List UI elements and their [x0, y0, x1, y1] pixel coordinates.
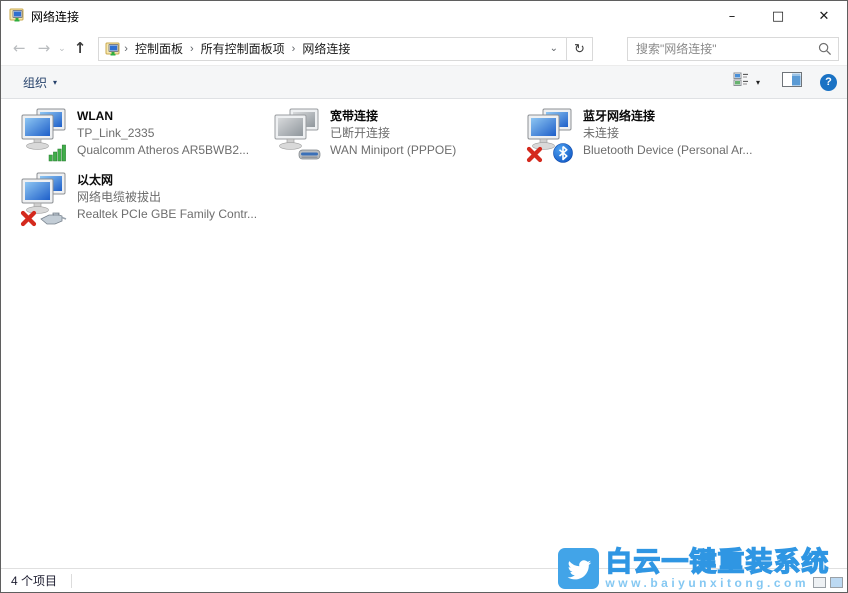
- search-input[interactable]: [636, 42, 818, 56]
- refresh-button[interactable]: ↻: [566, 38, 592, 60]
- minimize-button[interactable]: –: [709, 1, 755, 32]
- wlan-connection-icon: [19, 107, 69, 163]
- navigation-bar: ← → ⌄ ↑ › 控制面板 › 所有控制面板项 ›: [1, 32, 847, 66]
- close-button[interactable]: ✕: [801, 1, 847, 32]
- statusbar-divider: [71, 574, 72, 588]
- preview-pane-icon: [782, 72, 802, 92]
- breadcrumb-control-panel[interactable]: 控制面板: [129, 40, 189, 57]
- maximize-button[interactable]: □: [755, 1, 801, 32]
- maximize-icon: □: [772, 9, 784, 24]
- connection-wlan[interactable]: WLAN TP_Link_2335 Qualcomm Atheros AR5BW…: [17, 105, 270, 167]
- up-icon[interactable]: ↑: [68, 37, 93, 60]
- modem-icon: [299, 150, 320, 159]
- titlebar: 网络连接 – □ ✕: [1, 1, 847, 32]
- connection-bluetooth[interactable]: 蓝牙网络连接 未连接 Bluetooth Device (Personal Ar…: [523, 105, 776, 167]
- broadband-connection-icon: [272, 107, 322, 163]
- connection-name: 蓝牙网络连接: [583, 108, 752, 125]
- address-location-icon: [103, 41, 123, 57]
- ethernet-plug-icon: [41, 213, 66, 224]
- network-connections-window: 网络连接 – □ ✕ ← → ⌄ ↑: [0, 0, 848, 593]
- address-dropdown-icon[interactable]: ⌄: [542, 43, 566, 54]
- connection-status: 网络电缆被拔出: [77, 189, 257, 206]
- view-options-icon: [733, 72, 751, 92]
- breadcrumb-network-connections[interactable]: 网络连接: [296, 40, 356, 57]
- history-chevron-icon[interactable]: ⌄: [56, 39, 68, 58]
- refresh-icon: ↻: [574, 41, 585, 57]
- chevron-down-icon: ▾: [756, 78, 760, 87]
- help-icon: ?: [825, 76, 832, 88]
- change-view-button[interactable]: ▾: [729, 69, 764, 95]
- close-icon: ✕: [819, 9, 830, 24]
- chevron-down-icon: ▾: [53, 78, 57, 87]
- error-x-icon: [529, 149, 540, 160]
- window-title: 网络连接: [31, 8, 79, 25]
- connection-device: Qualcomm Atheros AR5BWB2...: [77, 142, 249, 159]
- ethernet-connection-icon: [19, 171, 69, 227]
- command-bar: 组织 ▾ ▾: [1, 66, 847, 99]
- connection-status: TP_Link_2335: [77, 125, 249, 142]
- forward-icon[interactable]: →: [32, 37, 57, 60]
- connection-status: 未连接: [583, 125, 752, 142]
- network-connections-app-icon: [9, 7, 25, 26]
- connection-broadband[interactable]: 宽带连接 已断开连接 WAN Miniport (PPPOE): [270, 105, 523, 167]
- connections-list: WLAN TP_Link_2335 Qualcomm Atheros AR5BW…: [1, 99, 847, 568]
- bluetooth-icon: [554, 144, 573, 163]
- search-box[interactable]: [627, 37, 839, 61]
- address-bar[interactable]: › 控制面板 › 所有控制面板项 › 网络连接 ⌄ ↻: [98, 37, 593, 61]
- preview-pane-button[interactable]: [778, 69, 806, 95]
- help-button[interactable]: ?: [820, 74, 837, 91]
- connection-device: Bluetooth Device (Personal Ar...: [583, 142, 752, 159]
- connection-name: 以太网: [77, 172, 257, 189]
- connection-device: Realtek PCIe GBE Family Contr...: [77, 206, 257, 223]
- connection-ethernet[interactable]: 以太网 网络电缆被拔出 Realtek PCIe GBE Family Cont…: [17, 169, 270, 231]
- organize-button[interactable]: 组织 ▾: [15, 70, 65, 95]
- search-icon[interactable]: [818, 42, 832, 56]
- breadcrumb-all-control-panel-items[interactable]: 所有控制面板项: [195, 40, 291, 57]
- connection-device: WAN Miniport (PPPOE): [330, 142, 456, 159]
- connection-name: WLAN: [77, 108, 249, 125]
- connection-status: 已断开连接: [330, 125, 456, 142]
- organize-label: 组织: [23, 74, 47, 91]
- connection-name: 宽带连接: [330, 108, 456, 125]
- bluetooth-connection-icon: [525, 107, 575, 163]
- back-icon[interactable]: ←: [7, 37, 32, 60]
- minimize-icon: –: [729, 9, 736, 24]
- error-x-icon: [23, 213, 34, 224]
- item-count-label: 4 个项目: [11, 572, 57, 589]
- signal-bars-icon: [49, 145, 66, 161]
- status-bar: 4 个项目: [1, 568, 847, 592]
